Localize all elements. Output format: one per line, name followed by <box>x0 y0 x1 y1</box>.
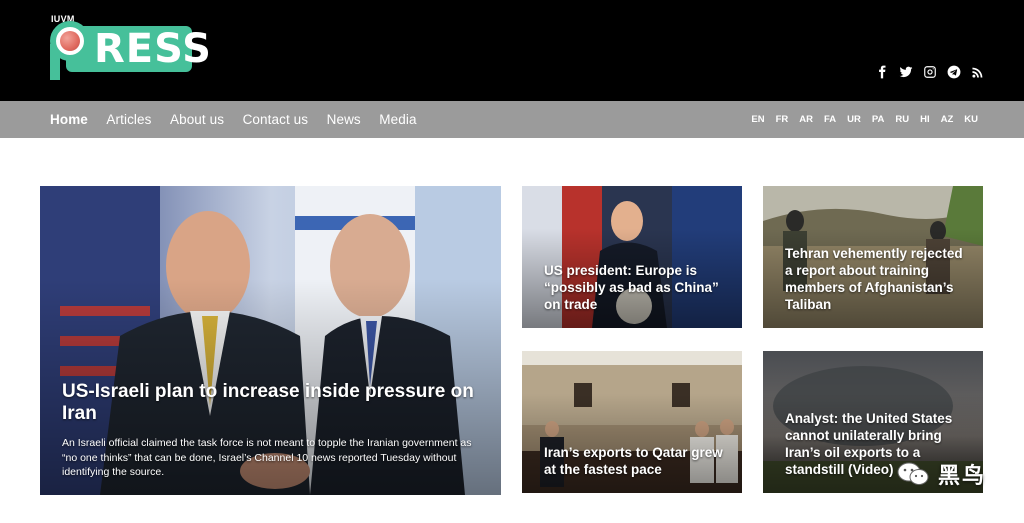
lang-ar[interactable]: AR <box>799 114 813 125</box>
logo-globe <box>50 21 90 61</box>
watermark: 黑鸟 <box>896 458 986 490</box>
lang-hi[interactable]: HI <box>920 114 930 125</box>
nav-item-articles[interactable]: Articles <box>106 112 151 127</box>
watermark-text: 黑鸟 <box>938 463 987 488</box>
nav-item-media[interactable]: Media <box>379 112 416 127</box>
featured-article-excerpt: An Israeli official claimed the task for… <box>62 437 472 478</box>
article-title[interactable]: Tehran vehemently rejected a report abou… <box>785 245 973 313</box>
facebook-icon[interactable] <box>874 64 890 80</box>
telegram-icon[interactable] <box>946 64 962 80</box>
wechat-icon <box>897 462 929 485</box>
lang-ru[interactable]: RU <box>895 114 909 125</box>
lang-fa[interactable]: FA <box>824 114 836 125</box>
article-card[interactable]: US president: Europe is “possibly as bad… <box>522 186 742 328</box>
nav-menu: Home Articles About us Contact us News M… <box>50 101 435 138</box>
nav-item-contact-us[interactable]: Contact us <box>243 112 309 127</box>
language-switcher: EN FR AR FA UR PA RU HI AZ KU <box>751 101 978 138</box>
lang-ku[interactable]: KU <box>964 114 978 125</box>
nav-item-home[interactable]: Home <box>50 112 88 127</box>
article-card[interactable]: Tehran vehemently rejected a report abou… <box>763 186 983 328</box>
rss-icon[interactable] <box>970 64 986 80</box>
nav-item-about-us[interactable]: About us <box>170 112 224 127</box>
lang-pa[interactable]: PA <box>872 114 885 125</box>
site-logo[interactable]: IUVM RESS <box>50 14 211 80</box>
lang-ur[interactable]: UR <box>847 114 861 125</box>
featured-article-title[interactable]: US-Israeli plan to increase inside press… <box>62 381 482 425</box>
main-navigation: Home Articles About us Contact us News M… <box>0 101 1024 138</box>
site-header: IUVM RESS <box>0 0 1024 101</box>
lang-en[interactable]: EN <box>751 114 764 125</box>
lang-az[interactable]: AZ <box>941 114 954 125</box>
instagram-icon[interactable] <box>922 64 938 80</box>
article-title[interactable]: US president: Europe is “possibly as bad… <box>544 262 732 313</box>
nav-item-news[interactable]: News <box>327 112 361 127</box>
featured-article-card[interactable]: US-Israeli plan to increase inside press… <box>40 186 501 495</box>
article-card[interactable]: Iran’s exports to Qatar grew at the fast… <box>522 351 742 493</box>
lang-fr[interactable]: FR <box>776 114 789 125</box>
article-title[interactable]: Iran’s exports to Qatar grew at the fast… <box>544 444 732 478</box>
social-links <box>874 64 986 80</box>
twitter-icon[interactable] <box>898 64 914 80</box>
